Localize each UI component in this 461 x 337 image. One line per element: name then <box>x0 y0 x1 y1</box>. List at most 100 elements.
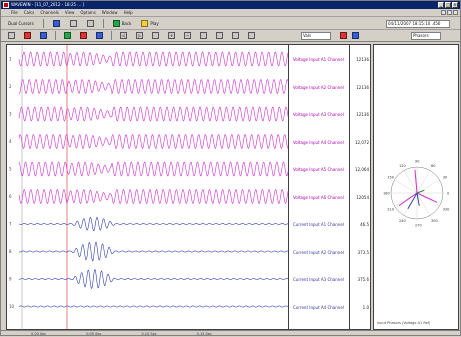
zoom-y-icon <box>216 32 223 39</box>
dual-cursors-button[interactable]: Dual Cursors <box>5 19 37 28</box>
status-time-3: 0.15 Sec <box>196 332 212 336</box>
phasor-angle-label: 330 <box>443 208 450 212</box>
calc-icon <box>340 32 347 39</box>
timestamp-field[interactable]: 04/11/2007 18:15:10 .456 <box>386 19 450 28</box>
status-bar: 0.00 Sec 0.05 Sec 0.10 Sec 0.15 Sec <box>1 330 460 336</box>
channel-label[interactable]: Voltage Input A6 Channel <box>291 192 349 203</box>
channel-label[interactable]: Current Input A1 Channel <box>291 219 349 230</box>
zoom-out-button[interactable]: − <box>181 31 194 40</box>
status-time-1: 0.05 Sec <box>86 332 102 336</box>
minimize-button[interactable]: _ <box>438 2 444 8</box>
mdi-minimize-button[interactable] <box>441 10 446 15</box>
mdi-close-button[interactable] <box>453 10 458 15</box>
fit-button[interactable] <box>229 31 242 40</box>
dual-cursors-label: Dual Cursors <box>8 21 34 26</box>
phasor-angle-label: 240 <box>399 219 406 223</box>
channel-number: 6 <box>9 194 12 199</box>
run-icon <box>64 32 71 39</box>
play-button[interactable]: Play <box>138 19 161 28</box>
phasor-angle-label: 210 <box>387 208 394 212</box>
channel-label[interactable]: Voltage Input A1 Channel <box>291 54 349 65</box>
channel-number: 10 <box>9 304 15 309</box>
phasor-vector <box>414 169 418 194</box>
grid-button[interactable] <box>245 31 258 40</box>
phasor-angle-label: 180 <box>383 192 390 196</box>
channel-value: 375.6 <box>357 277 369 282</box>
phasor-angle-label: 90 <box>415 160 419 164</box>
phasor-angle-label: 300 <box>431 219 438 223</box>
channel-label[interactable]: Voltage Input A5 Channel <box>291 164 349 175</box>
printer-icon <box>86 20 94 27</box>
menu-calcs[interactable]: Calcs <box>24 9 35 16</box>
channel-label[interactable]: Current Input A3 Channel <box>291 274 349 285</box>
close-button[interactable]: × <box>452 2 458 8</box>
column-divider <box>349 45 350 329</box>
phasor-grid-line <box>394 179 418 194</box>
channel-value: 1.0 <box>362 304 369 310</box>
waveform-trace <box>18 78 289 95</box>
channel-label[interactable]: Voltage Input A2 Channel <box>291 82 349 93</box>
channel-label[interactable]: Current Input A4 Channel <box>291 302 349 313</box>
app-window: WAVEWIN - [11_07_2012 - 18:25 ... ] _ □ … <box>0 0 461 336</box>
back-button[interactable]: Back <box>110 19 135 28</box>
print-button[interactable] <box>84 19 97 28</box>
channel-label[interactable]: Voltage Input A3 Channel <box>291 109 349 120</box>
run-button[interactable] <box>61 31 74 40</box>
channel-value: 12136 <box>356 112 369 117</box>
cursor-right-icon: ▷ <box>136 32 143 39</box>
values-combo[interactable]: Vals <box>301 32 331 40</box>
cursor-left-icon: ◁ <box>120 32 127 39</box>
phasors-combo[interactable]: Phasors <box>411 32 441 40</box>
toolbar-main: Dual Cursors Back Play 04/11/2007 18:15:… <box>1 18 460 30</box>
phasor-angle-label: 60 <box>431 164 435 168</box>
phasor-vector <box>398 192 418 207</box>
menu-bar: File Calcs Channels View Options Window … <box>1 9 460 17</box>
chart-button[interactable] <box>21 31 34 40</box>
menu-window[interactable]: Window <box>102 9 118 16</box>
channel-number: 4 <box>9 139 12 144</box>
channel-number: 2 <box>9 84 12 89</box>
hand-icon <box>152 32 159 39</box>
pan-button[interactable] <box>149 31 162 40</box>
back-arrow-icon <box>112 20 120 27</box>
waveform-svg: 1 2 3 4 5 6 7 8 9 10 <box>9 45 289 331</box>
harmonics-button[interactable] <box>349 31 362 40</box>
maximize-button[interactable]: □ <box>445 2 451 8</box>
zoom-in-button[interactable]: + <box>165 31 178 40</box>
menu-help[interactable]: Help <box>124 9 133 16</box>
window-controls: _ □ × <box>438 2 458 8</box>
channel-value: 12,072 <box>355 139 369 145</box>
waveform-trace <box>18 216 289 232</box>
mdi-controls <box>441 10 458 15</box>
phasor-angle-label: 120 <box>399 164 406 168</box>
channel-number: 5 <box>9 167 12 172</box>
zoom-x-button[interactable] <box>197 31 210 40</box>
record-button[interactable] <box>93 31 106 40</box>
zoom-out-icon: − <box>184 32 191 39</box>
save-button[interactable] <box>67 19 80 28</box>
play-icon <box>141 20 149 27</box>
waveform-plot[interactable]: 1 2 3 4 5 6 7 8 9 10 <box>6 44 289 331</box>
new-button[interactable] <box>5 31 18 40</box>
menu-file[interactable]: File <box>11 9 18 16</box>
zoom-y-button[interactable] <box>213 31 226 40</box>
menu-options[interactable]: Options <box>80 9 95 16</box>
waveform-trace <box>18 305 289 308</box>
channel-label[interactable]: Current Input A2 Channel <box>291 247 349 258</box>
menu-view[interactable]: View <box>65 9 75 16</box>
menu-channels[interactable]: Channels <box>40 9 59 16</box>
phasor-panel[interactable]: 0 30 60 90 120 150 180 210 240 270 300 330 Input Ph… <box>373 44 459 330</box>
open-button[interactable] <box>50 19 63 28</box>
cursor-left-button[interactable]: ◁ <box>117 31 130 40</box>
stop-button[interactable] <box>77 31 90 40</box>
cursor-right-button[interactable]: ▷ <box>133 31 146 40</box>
phasor-angle-label: 0 <box>447 192 449 196</box>
back-label: Back <box>121 21 132 26</box>
new-file-icon <box>8 32 15 39</box>
waveform-trace <box>18 188 289 205</box>
channels-button[interactable] <box>37 31 50 40</box>
channel-label[interactable]: Voltage Input A4 Channel <box>291 137 349 148</box>
phasor-vector <box>407 192 418 210</box>
mdi-restore-button[interactable] <box>447 10 452 15</box>
channel-value: 373.5 <box>357 249 369 255</box>
